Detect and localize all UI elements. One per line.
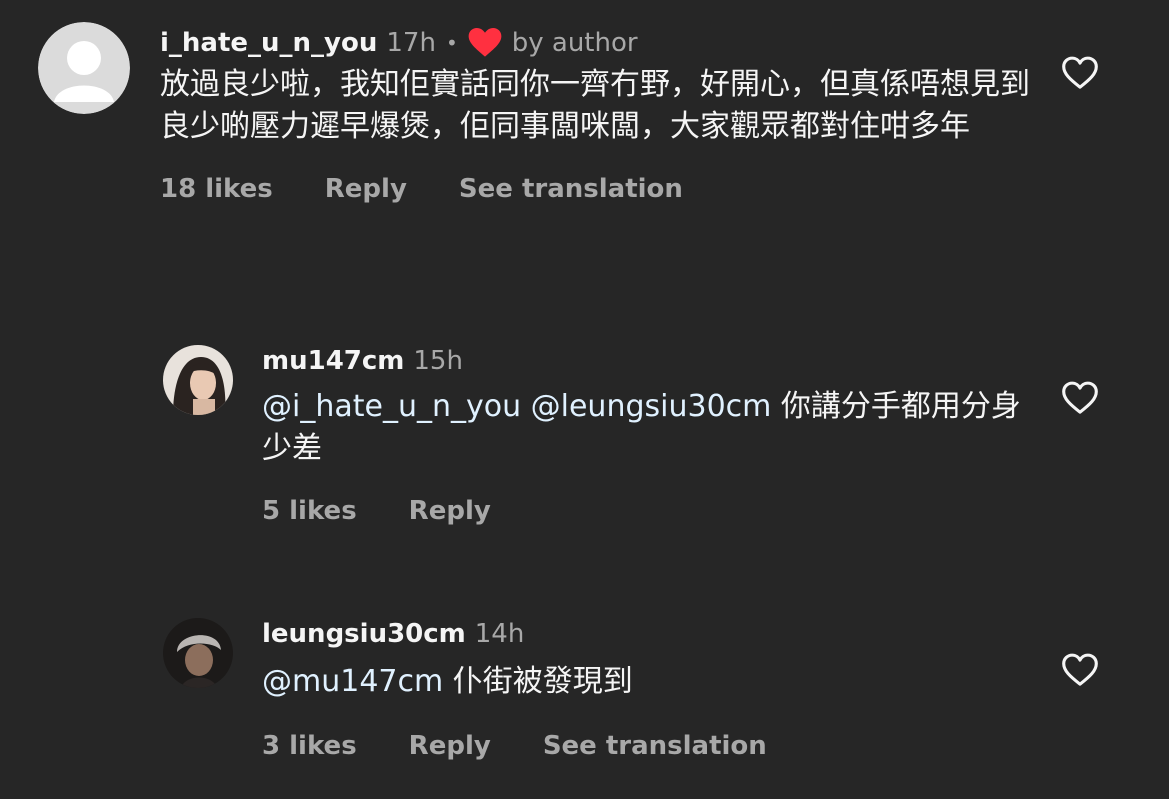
comment-actions: 3 likes Reply See translation [262,731,1049,761]
comment-actions: 18 likes Reply See translation [160,174,1049,204]
comment-header: mu147cm 15h [262,344,1049,378]
comment-username[interactable]: mu147cm [262,344,404,378]
heart-outline-icon[interactable] [1061,653,1099,687]
avatar[interactable] [163,345,233,415]
heart-outline-icon[interactable] [1061,381,1099,415]
see-translation-button[interactable]: See translation [543,731,767,761]
comment-text: @i_hate_u_n_you @leungsiu30cm 你講分手都用分身 少… [262,386,1049,470]
default-avatar-icon[interactable] [38,22,130,114]
liked-by-author-label: by author [511,28,638,58]
mention-link[interactable]: @i_hate_u_n_you @leungsiu30cm [262,389,771,424]
comment-header: i_hate_u_n_you 17h • by author [160,26,1049,60]
comment-username[interactable]: i_hate_u_n_you [160,26,377,60]
see-translation-button[interactable]: See translation [459,174,683,204]
mention-link[interactable]: @mu147cm [262,664,443,699]
likes-count[interactable]: 3 likes [262,731,357,761]
reply-button[interactable]: Reply [409,496,491,526]
comment-text-content: 仆街被發現到 [443,664,633,699]
comment-body: leungsiu30cm 14h @mu147cm 仆街被發現到 3 likes… [262,617,1049,761]
comment-text: 放過良少啦，我知佢實話同你一齊冇野，好開心，但真係唔想見到良少啲壓力遲早爆煲，佢… [160,64,1049,148]
reply-button[interactable]: Reply [409,731,491,761]
comments-thread: i_hate_u_n_you 17h • by author 放過良少啦，我知佢… [0,0,1169,799]
comment-time: 17h [386,28,436,58]
reply-button[interactable]: Reply [325,174,407,204]
likes-count[interactable]: 18 likes [160,174,273,204]
comment-text: @mu147cm 仆街被發現到 [262,661,1049,703]
comment-body: mu147cm 15h @i_hate_u_n_you @leungsiu30c… [262,344,1049,526]
comment-actions: 5 likes Reply [262,496,1049,526]
comment-text-content: 放過良少啦，我知佢實話同你一齊冇野，好開心，但真係唔想見到良少啲壓力遲早爆煲，佢… [160,67,1030,144]
separator-dot: • [445,31,458,55]
comment-body: i_hate_u_n_you 17h • by author 放過良少啦，我知佢… [160,26,1049,204]
heart-outline-icon[interactable] [1061,56,1099,90]
comment-time: 14h [474,619,525,649]
comment-username[interactable]: leungsiu30cm [262,617,466,651]
comment-header: leungsiu30cm 14h [262,617,1049,651]
comment-time: 15h [413,346,463,376]
heart-filled-icon [468,28,502,58]
avatar[interactable] [163,618,233,688]
likes-count[interactable]: 5 likes [262,496,357,526]
